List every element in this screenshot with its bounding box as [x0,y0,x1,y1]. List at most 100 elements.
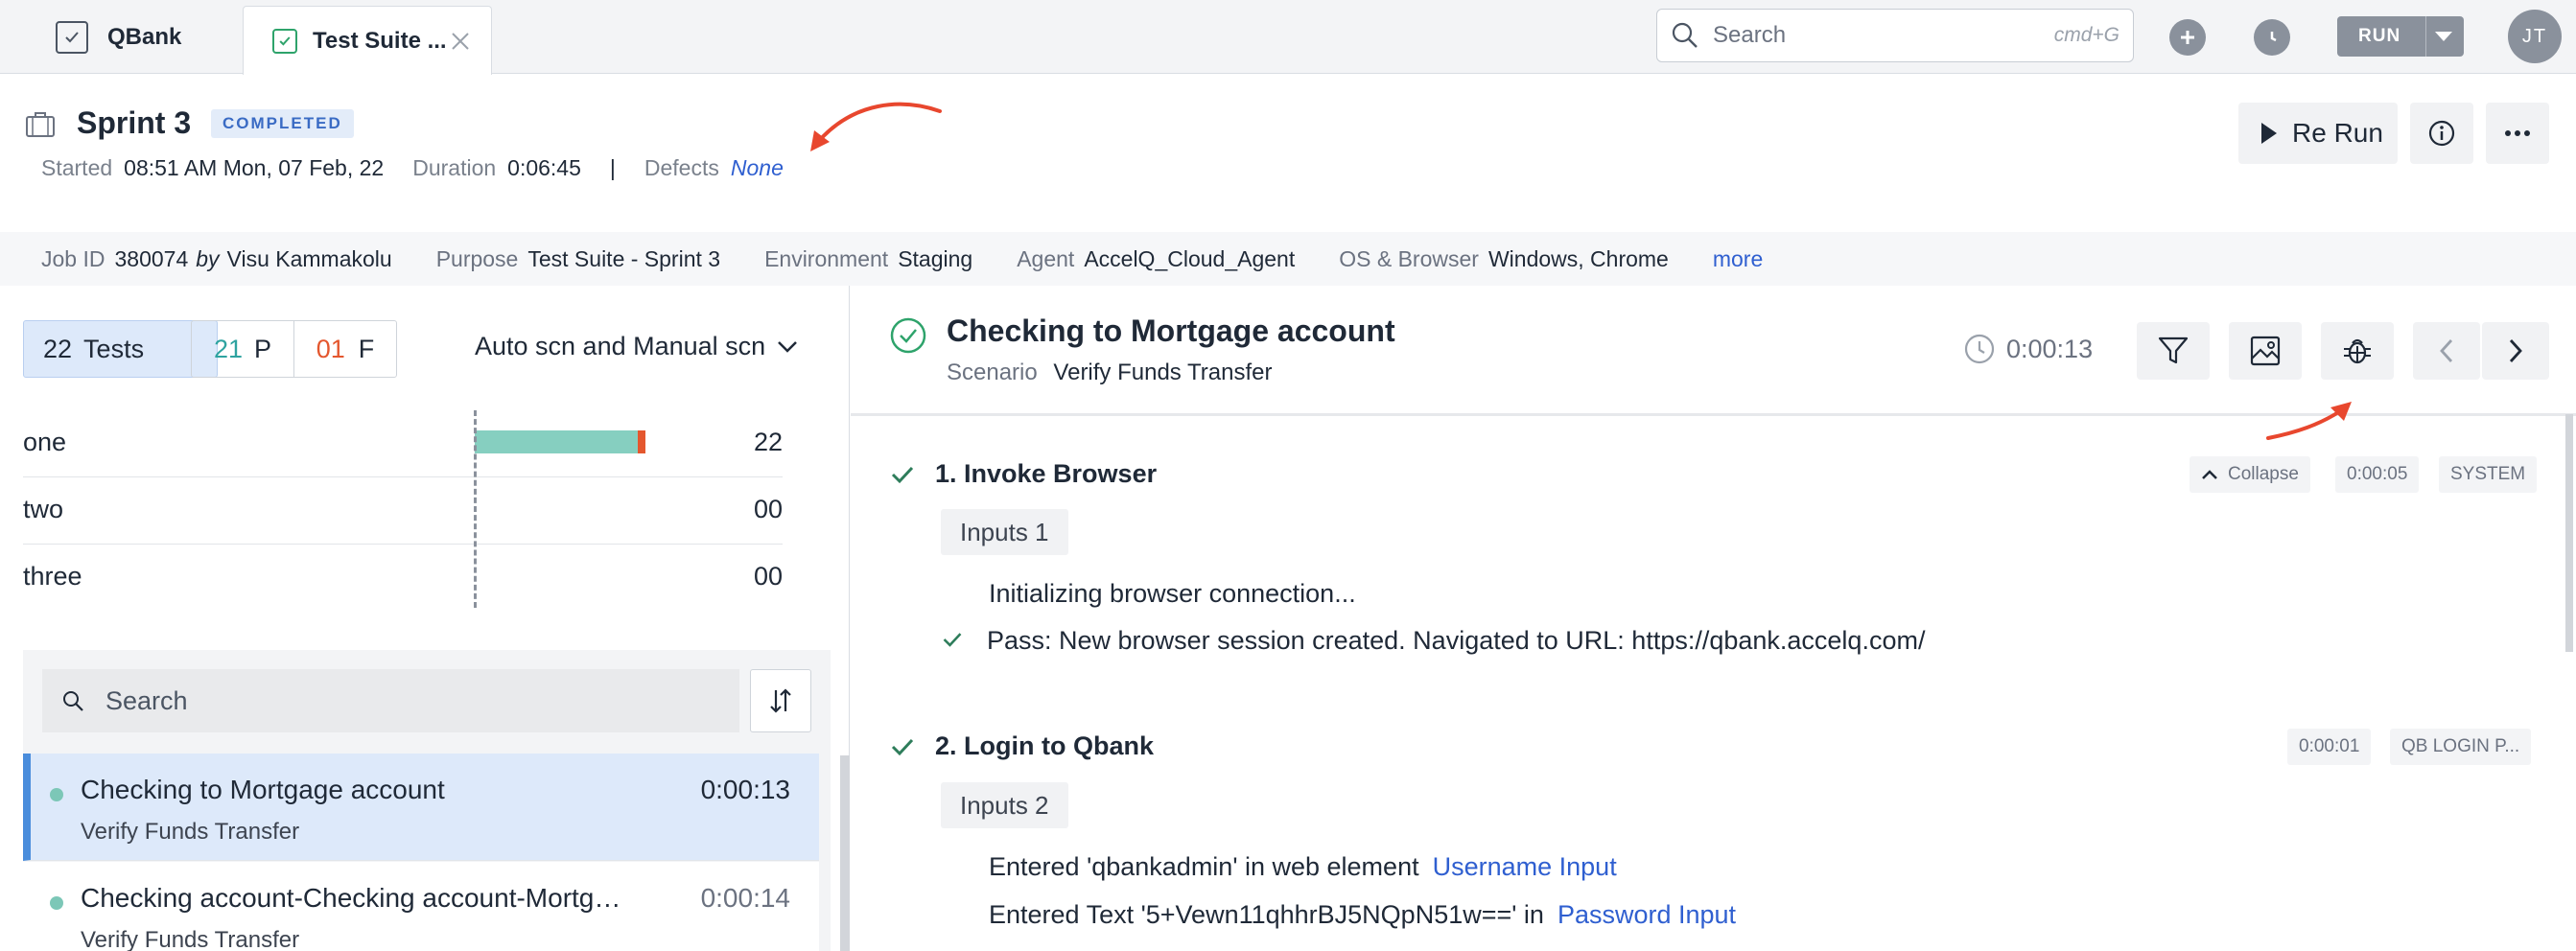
pass-fail-filter: 21 P 01 F [191,320,397,378]
pass-count: 21 [213,334,244,363]
pass-label: P [254,334,272,363]
environment-label: Environment [764,245,889,271]
job-id-label: Job ID [41,245,105,271]
log-defect-button[interactable] [2321,322,2394,380]
search-shortcut: cmd+G [2053,24,2119,46]
detail-scrollbar[interactable] [2565,414,2573,652]
scenario-value: Verify Funds Transfer [1053,360,1273,385]
rerun-label: Re Run [2292,118,2383,148]
item-title: Checking to Mortgage account [81,775,445,804]
group-fail-bar [638,430,645,453]
item-duration: 0:00:14 [700,883,790,913]
item-duration: 0:00:13 [700,775,790,804]
search-icon [1672,22,1698,48]
collapse-label: Collapse [2228,464,2299,484]
pass-filter[interactable]: 21 P [192,321,293,377]
clock-icon [2270,32,2277,42]
search-placeholder: Search [105,685,188,715]
more-options-button[interactable] [2486,103,2549,164]
tests-label: Tests [83,334,145,363]
sort-button[interactable] [750,669,811,732]
group-row[interactable]: three 00 [23,545,783,612]
group-pass-bar [475,430,638,453]
fail-label: F [358,334,375,363]
inputs-toggle[interactable]: Inputs 1 [941,509,1068,555]
fail-count: 01 [316,334,345,363]
bug-icon [2344,338,2371,364]
group-count: 22 [753,428,783,456]
fail-filter[interactable]: 01 F [293,321,396,377]
meta-separator: | [609,155,616,180]
checkbox-icon [56,20,88,54]
pass-check-icon [891,466,914,484]
scenario-type-dropdown[interactable]: Auto scn and Manual scn [475,332,798,361]
inputs-toggle[interactable]: Inputs 2 [941,782,1068,828]
log-text: Entered Text '5+Vewn11qhhrBJ5NQpN51w==' … [989,900,1544,929]
list-item[interactable]: Checking to Mortgage account Verify Fund… [23,754,819,861]
tab-test-suite[interactable]: Test Suite ... [243,6,492,75]
suitcase-icon [26,112,55,137]
run-separator [2425,16,2426,57]
run-meta: Started 08:51 AM Mon, 07 Feb, 22 Duratio… [41,155,784,181]
run-label: RUN [2358,26,2401,46]
annotation-arrow [2266,402,2352,440]
by-label: by [196,245,220,271]
group-count: 00 [753,562,783,591]
os-browser-value: Windows, Chrome [1487,245,1669,271]
chevron-right-icon [2509,339,2522,362]
filter-button[interactable] [2137,322,2210,380]
rerun-button[interactable]: Re Run [2238,103,2398,164]
collapse-button[interactable]: Collapse [2190,456,2310,493]
avatar[interactable]: JT [2508,10,2562,63]
annotation-arrow [810,102,942,151]
defects-link[interactable]: None [731,155,784,181]
top-bar: QBank Test Suite ... Search cmd+G RUN JT [0,0,2576,75]
group-name: three [23,562,82,591]
pass-check-icon [891,738,914,756]
log-line: Initializing browser connection... [989,579,1356,608]
step-owner: SYSTEM [2439,456,2538,493]
tests-count-filter[interactable]: 22 Tests [23,320,218,378]
group-row[interactable]: one 22 [23,410,783,477]
group-row[interactable]: two 00 [23,477,783,545]
detail-header [851,286,2576,416]
chevron-down-icon [778,340,798,353]
run-button[interactable]: RUN [2337,16,2464,57]
purpose-label: Purpose [435,245,519,271]
list-scrollbar[interactable] [840,755,850,951]
more-link[interactable]: more [1713,246,1763,272]
tab-label: Test Suite ... [313,27,447,54]
duration-label: Duration [412,155,497,180]
detail-subtitle: Scenario Verify Funds Transfer [947,360,1273,386]
chevron-down-icon[interactable] [2435,32,2452,41]
step-title: 1. Invoke Browser [935,459,1158,488]
agent-label: Agent [1017,245,1075,271]
scenario-type-label: Auto scn and Manual scn [475,332,766,360]
ellipsis-icon [2505,130,2530,136]
checkbox-icon [272,28,297,54]
list-item[interactable]: Checking account-Checking account-Mortg…… [23,862,819,951]
sort-icon [770,688,791,713]
log-line: Entered Text '5+Vewn11qhhrBJ5NQpN51w==' … [989,900,1736,930]
item-subtitle: Verify Funds Transfer [81,927,300,951]
clock-icon [1964,334,1995,364]
add-button[interactable] [2169,19,2206,56]
next-button[interactable] [2482,322,2549,380]
item-title: Checking account-Checking account-Mortg… [81,883,621,913]
history-button[interactable] [2254,19,2290,56]
step-owner: QB LOGIN P... [2390,729,2532,765]
element-link[interactable]: Username Input [1433,852,1617,881]
step-duration: 0:00:01 [2287,729,2372,765]
tab-qbank[interactable]: QBank [56,0,181,74]
close-icon[interactable] [447,28,474,55]
info-button[interactable] [2410,103,2473,164]
filter-icon [2158,336,2189,364]
previous-button[interactable] [2413,322,2480,380]
element-link[interactable]: Password Input [1557,900,1736,929]
started-label: Started [41,155,113,180]
info-icon [2428,120,2455,147]
screenshots-button[interactable] [2229,322,2302,380]
scenario-search-input[interactable]: Search [42,669,739,732]
tests-count: 22 [43,334,73,363]
global-search-input[interactable]: Search cmd+G [1656,9,2134,62]
